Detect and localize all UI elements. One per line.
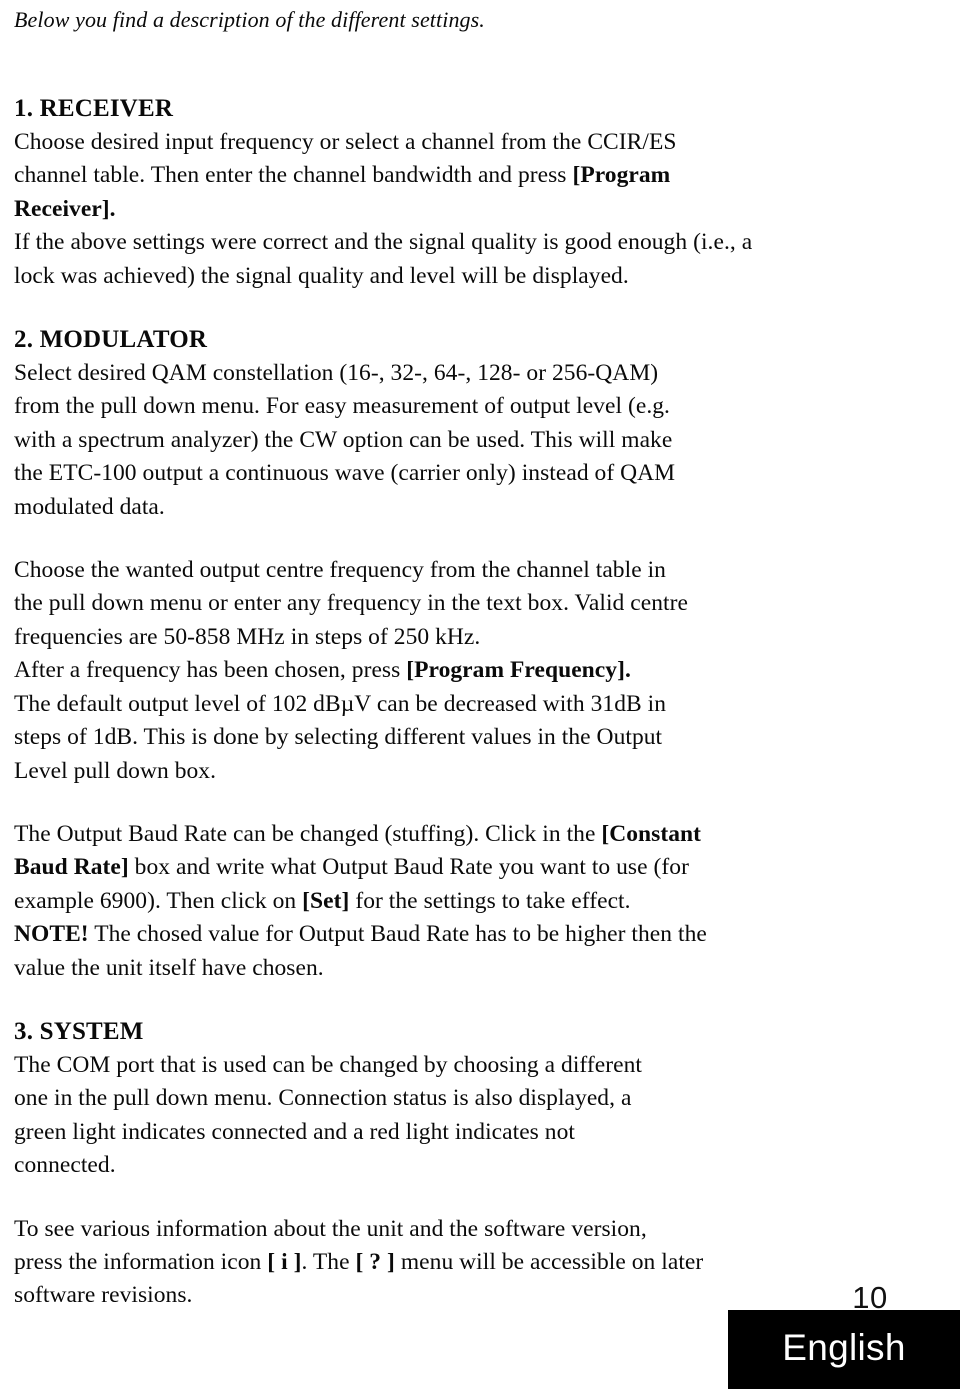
text-run: box and write what Output Baud Rate you … bbox=[128, 854, 689, 881]
section-heading-modulator: 2. MODULATOR bbox=[14, 326, 208, 354]
text-run: green light indicates connected and a re… bbox=[14, 1118, 575, 1145]
text-run: for the settings to take effect. bbox=[349, 887, 631, 914]
text-run: software revisions. bbox=[14, 1282, 193, 1309]
text-line: value the unit itself have chosen. bbox=[14, 952, 814, 985]
bold-run: [Program bbox=[572, 162, 671, 189]
text-line: The default output level of 102 dBµV can… bbox=[14, 688, 814, 721]
text-line: NOTE! The chosed value for Output Baud R… bbox=[14, 918, 814, 951]
text-run: with a spectrum analyzer) the CW option … bbox=[14, 426, 673, 453]
page-content: Below you find a description of the diff… bbox=[14, 4, 814, 1313]
text-line: the pull down menu or enter any frequenc… bbox=[14, 587, 814, 620]
text-line: If the above settings were correct and t… bbox=[14, 226, 814, 259]
text-line: the ETC-100 output a continuous wave (ca… bbox=[14, 457, 814, 490]
text-run: . The bbox=[301, 1248, 356, 1275]
paragraph-receiver: Choose desired input frequency or select… bbox=[14, 126, 814, 293]
bold-run: [Program Frequency]. bbox=[406, 657, 631, 684]
text-line: The COM port that is used can be changed… bbox=[14, 1049, 814, 1082]
text-run: steps of 1dB. This is done by selecting … bbox=[14, 724, 663, 751]
text-line: frequencies are 50-858 MHz in steps of 2… bbox=[14, 621, 814, 654]
text-run: example 6900). Then click on bbox=[14, 887, 303, 914]
text-line: with a spectrum analyzer) the CW option … bbox=[14, 424, 814, 457]
paragraph-system-information: To see various information about the uni… bbox=[14, 1213, 814, 1313]
text-line: Choose desired input frequency or select… bbox=[14, 126, 814, 159]
text-run: menu will be accessible on later bbox=[394, 1248, 704, 1275]
text-run: the ETC-100 output a continuous wave (ca… bbox=[14, 460, 676, 487]
bold-run: [Set] bbox=[302, 887, 350, 914]
text-run: Level pull down box. bbox=[14, 757, 217, 784]
section-heading-system: 3. SYSTEM bbox=[14, 1017, 144, 1045]
text-run: After a frequency has been chosen, press bbox=[14, 657, 407, 684]
bold-run: Baud Rate] bbox=[14, 854, 129, 881]
text-run: frequencies are 50-858 MHz in steps of 2… bbox=[14, 623, 481, 650]
bold-run: NOTE! bbox=[14, 921, 89, 948]
intro-line: Below you find a description of the diff… bbox=[14, 7, 485, 32]
text-line: connected. bbox=[14, 1149, 814, 1182]
text-line: Baud Rate] box and write what Output Bau… bbox=[14, 851, 814, 884]
text-line: one in the pull down menu. Connection st… bbox=[14, 1082, 814, 1115]
bold-run: [ i ] bbox=[267, 1248, 302, 1275]
text-run: Choose desired input frequency or select… bbox=[14, 129, 677, 155]
text-line: lock was achieved) the signal quality an… bbox=[14, 260, 814, 293]
text-line: After a frequency has been chosen, press… bbox=[14, 654, 814, 687]
text-run: channel table. Then enter the channel ba… bbox=[14, 162, 573, 189]
text-line: software revisions. bbox=[14, 1279, 814, 1312]
text-line: To see various information about the uni… bbox=[14, 1213, 814, 1246]
text-run: press the information icon bbox=[14, 1248, 268, 1275]
section-heading-receiver: 1. RECEIVER bbox=[14, 95, 174, 122]
text-run: The default output level of 102 dBµV can… bbox=[14, 690, 667, 717]
text-line: channel table. Then enter the channel ba… bbox=[14, 159, 814, 192]
text-run: The COM port that is used can be changed… bbox=[14, 1051, 642, 1078]
paragraph-system-com-port: The COM port that is used can be changed… bbox=[14, 1049, 814, 1183]
bold-run: [Constant bbox=[601, 820, 702, 847]
text-line: steps of 1dB. This is done by selecting … bbox=[14, 721, 814, 754]
text-line: Receiver]. bbox=[14, 193, 814, 226]
text-line: press the information icon [ i ]. The [ … bbox=[14, 1246, 814, 1279]
manual-page: Below you find a description of the diff… bbox=[0, 0, 960, 1389]
text-run: If the above settings were correct and t… bbox=[14, 229, 753, 256]
bold-run: Receiver]. bbox=[14, 195, 116, 222]
language-band: English bbox=[728, 1310, 960, 1389]
bold-run: [ ? ] bbox=[355, 1248, 395, 1275]
text-line: green light indicates connected and a re… bbox=[14, 1116, 814, 1149]
text-run: the pull down menu or enter any frequenc… bbox=[14, 590, 688, 617]
text-run: value the unit itself have chosen. bbox=[14, 954, 324, 981]
text-run: Select desired QAM constellation (16-, 3… bbox=[14, 360, 659, 387]
text-run: lock was achieved) the signal quality an… bbox=[14, 262, 629, 289]
language-label: English bbox=[782, 1326, 906, 1368]
text-run: from the pull down menu. For easy measur… bbox=[14, 393, 670, 420]
text-run: The chosed value for Output Baud Rate ha… bbox=[88, 921, 707, 948]
text-run: connected. bbox=[14, 1152, 116, 1179]
text-line: example 6900). Then click on [Set] for t… bbox=[14, 885, 814, 918]
text-line: Choose the wanted output centre frequenc… bbox=[14, 554, 814, 587]
text-line: The Output Baud Rate can be changed (stu… bbox=[14, 818, 814, 851]
text-line: Level pull down box. bbox=[14, 755, 814, 788]
text-run: modulated data. bbox=[14, 493, 165, 520]
text-line: Select desired QAM constellation (16-, 3… bbox=[14, 357, 814, 390]
paragraph-modulator-baud-rate: The Output Baud Rate can be changed (stu… bbox=[14, 818, 814, 985]
paragraph-modulator-frequency: Choose the wanted output centre frequenc… bbox=[14, 554, 814, 788]
text-run: To see various information about the uni… bbox=[14, 1215, 647, 1242]
text-line: modulated data. bbox=[14, 491, 814, 524]
text-run: one in the pull down menu. Connection st… bbox=[14, 1085, 632, 1112]
paragraph-modulator-constellation: Select desired QAM constellation (16-, 3… bbox=[14, 357, 814, 524]
text-run: Choose the wanted output centre frequenc… bbox=[14, 557, 666, 584]
text-line: from the pull down menu. For easy measur… bbox=[14, 390, 814, 423]
text-run: The Output Baud Rate can be changed (stu… bbox=[14, 820, 602, 847]
